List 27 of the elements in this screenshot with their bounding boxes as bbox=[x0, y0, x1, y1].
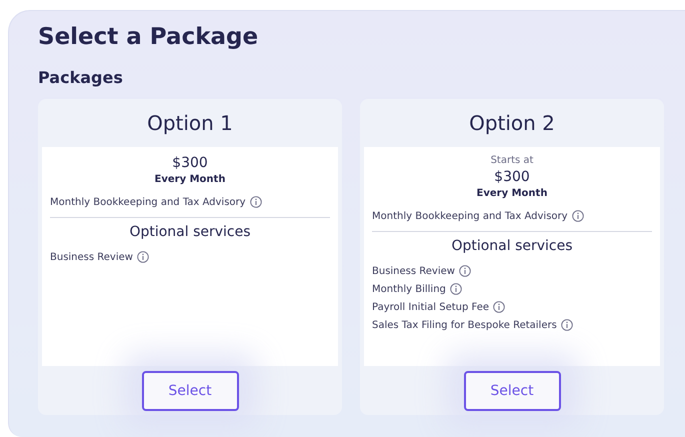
billing-period: Every Month bbox=[154, 174, 226, 185]
service-label: Monthly Bookkeeping and Tax Advisory bbox=[50, 196, 246, 208]
select-button[interactable]: Select bbox=[464, 370, 560, 410]
info-icon[interactable] bbox=[572, 210, 584, 222]
info-icon[interactable] bbox=[136, 251, 149, 263]
info-icon[interactable] bbox=[560, 319, 573, 331]
package-title: Option 1 bbox=[146, 110, 234, 137]
service-label: Business Review bbox=[372, 266, 455, 276]
optional-services-title: Optional services bbox=[450, 238, 574, 254]
select-button[interactable]: Select bbox=[142, 370, 238, 410]
info-icon[interactable] bbox=[493, 301, 506, 313]
info-icon[interactable] bbox=[450, 283, 462, 295]
billing-period: Every Month bbox=[476, 188, 548, 199]
info-icon[interactable] bbox=[250, 196, 262, 208]
service-label: Sales Tax Filing for Bespoke Retailers bbox=[372, 320, 557, 330]
service-label: Monthly Bookkeeping and Tax Advisory bbox=[372, 210, 568, 222]
page-title: Select a Package bbox=[38, 27, 260, 47]
section-title: Packages bbox=[38, 69, 124, 87]
price: $300 bbox=[493, 169, 531, 185]
info-icon[interactable] bbox=[458, 265, 471, 277]
package-title: Option 2 bbox=[468, 110, 556, 137]
price-prefix: Starts at bbox=[490, 155, 534, 166]
service-label: Business Review bbox=[50, 252, 133, 262]
optional-services-title: Optional services bbox=[128, 224, 252, 240]
service-label: Monthly Billing bbox=[372, 284, 446, 294]
price: $300 bbox=[171, 155, 209, 171]
service-label: Payroll Initial Setup Fee bbox=[372, 302, 490, 312]
